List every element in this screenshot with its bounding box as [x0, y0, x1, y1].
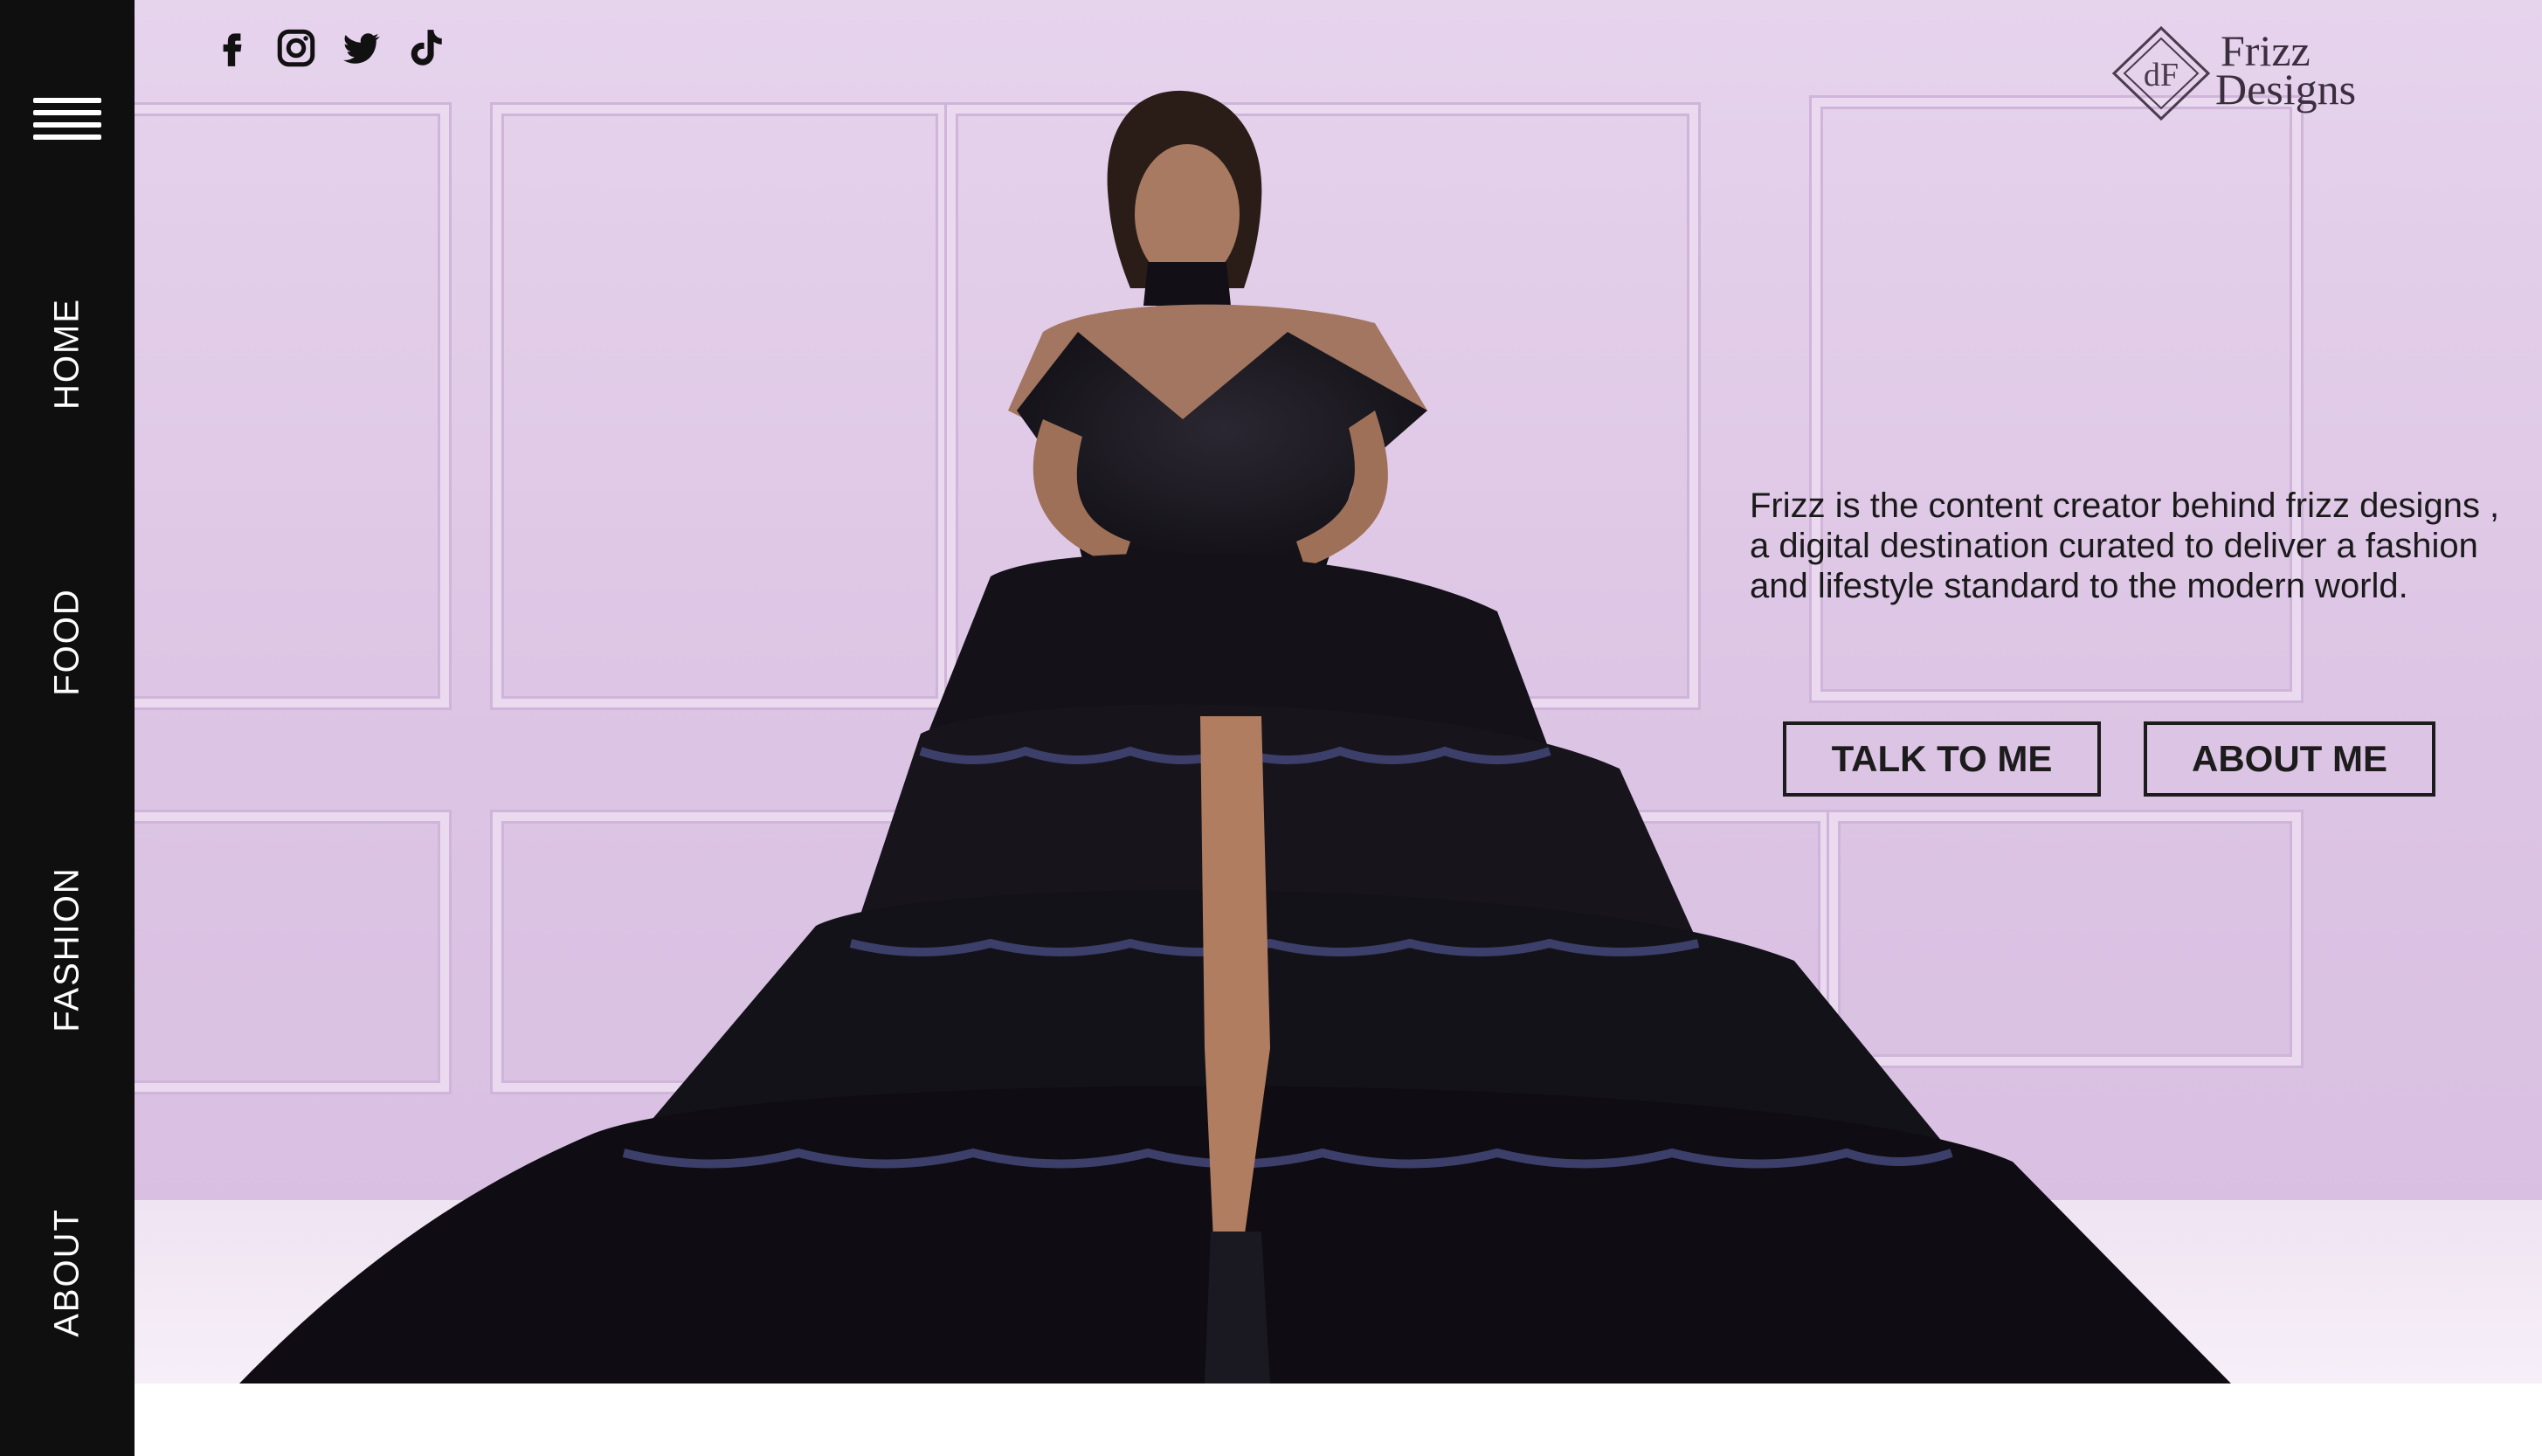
menu-bar	[33, 98, 101, 103]
logo-wordmark: Frizz Designs	[2215, 29, 2356, 111]
about-me-button[interactable]: ABOUT ME	[2144, 721, 2435, 797]
hamburger-menu-icon[interactable]	[33, 98, 101, 140]
nav-item-food[interactable]: FOOD	[48, 588, 87, 696]
hero-section: dF Frizz Designs Frizz is the content cr…	[135, 0, 2542, 1384]
instagram-icon[interactable]	[274, 26, 318, 70]
menu-bar	[33, 110, 101, 115]
twitter-icon[interactable]	[339, 26, 383, 70]
hero-model-image	[239, 90, 2231, 1384]
logo-line-2: Designs	[2215, 65, 2357, 114]
brand-logo[interactable]: dF Frizz Designs	[2109, 24, 2388, 122]
nav-item-about[interactable]: ABOUT	[48, 1208, 87, 1337]
facebook-icon[interactable]	[210, 26, 253, 70]
side-nav: HOME FOOD FASHION ABOUT	[0, 0, 135, 1456]
menu-bar	[33, 135, 101, 140]
menu-bar	[33, 122, 101, 128]
talk-to-me-button[interactable]: TALK TO ME	[1783, 721, 2101, 797]
tiktok-icon[interactable]	[404, 26, 447, 70]
nav-item-home[interactable]: HOME	[48, 298, 87, 410]
social-links	[210, 26, 447, 70]
logo-monogram: dF	[2144, 57, 2179, 93]
intro-text: Frizz is the content creator behind friz…	[1750, 486, 2500, 605]
logo-monogram-icon: dF	[2111, 25, 2211, 121]
nav-item-fashion[interactable]: FASHION	[48, 866, 87, 1032]
